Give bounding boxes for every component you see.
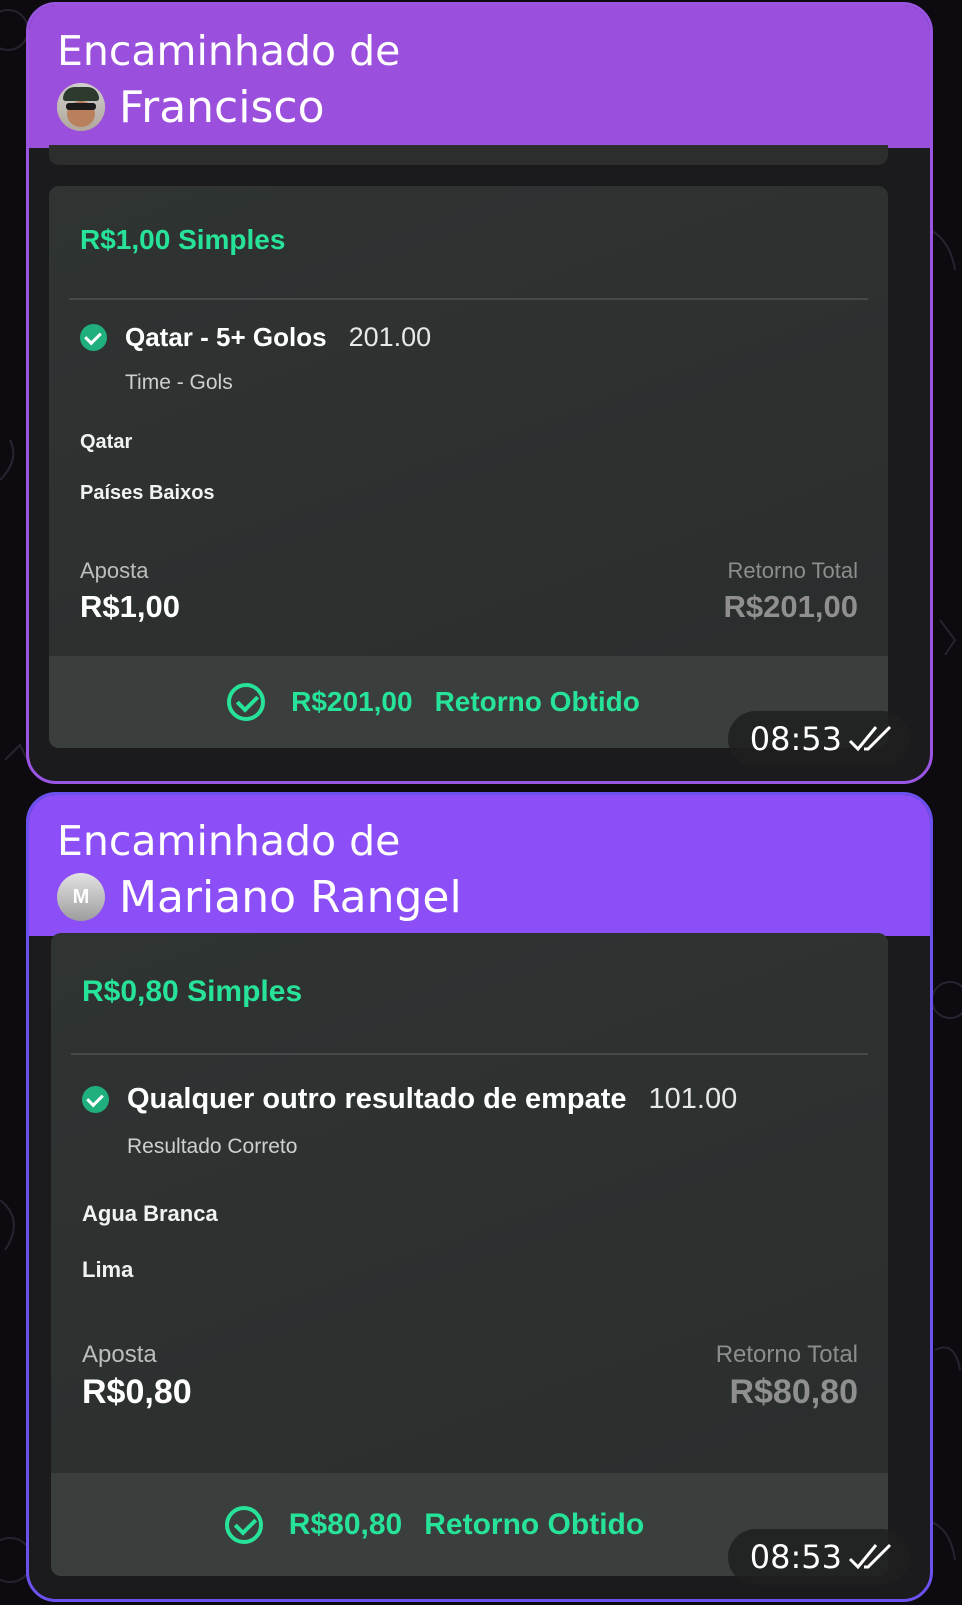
total-return-label: Retorno Total — [715, 1341, 858, 1368]
selection-row: Qualquer outro resultado de empate 101.0… — [82, 1083, 737, 1116]
team-home: Qatar — [80, 431, 133, 453]
bet-slip-card: R$1,00 Simples Qatar - 5+ Golos 201.00 T… — [49, 186, 888, 748]
avatar[interactable]: M — [57, 873, 105, 921]
timestamp-text: 08:53 — [749, 720, 842, 758]
double-check-icon — [848, 725, 892, 752]
total-return-value: R$80,80 — [729, 1373, 858, 1411]
total-return-value: R$201,00 — [723, 589, 858, 624]
check-circle-icon — [80, 324, 107, 351]
bet-title: R$0,80 Simples — [82, 975, 303, 1008]
forwarded-label: Encaminhado de — [57, 817, 401, 865]
stake-value: R$0,80 — [82, 1373, 192, 1411]
result-text: Retorno Obtido — [424, 1507, 645, 1541]
check-circle-outline-icon — [224, 1505, 263, 1544]
stake-label: Aposta — [82, 1341, 157, 1368]
double-check-icon — [848, 1543, 892, 1570]
selection-row: Qatar - 5+ Golos 201.00 — [80, 322, 431, 353]
result-text: Retorno Obtido — [434, 686, 640, 717]
timestamp-text: 08:53 — [749, 1538, 842, 1576]
forwarded-sender[interactable]: Francisco — [57, 81, 325, 133]
divider — [69, 298, 868, 300]
forwarded-message[interactable]: Encaminhado de Francisco R$1,00 Simples … — [26, 2, 933, 784]
avatar[interactable] — [57, 83, 105, 131]
sender-name[interactable]: Francisco — [119, 82, 325, 133]
bet-title: R$1,00 Simples — [80, 224, 286, 255]
forwarded-message[interactable]: Encaminhado de M Mariano Rangel R$0,80 S… — [26, 792, 933, 1602]
selection-name: Qualquer outro resultado de empate — [127, 1083, 627, 1115]
selection-market: Time - Gols — [125, 371, 233, 394]
selection-odds: 201.00 — [348, 322, 432, 352]
divider — [71, 1053, 868, 1055]
message-timestamp: 08:53 — [727, 1529, 910, 1585]
forwarded-header: Encaminhado de M Mariano Rangel — [29, 795, 930, 936]
chat-screen: Encaminhado de Francisco R$1,00 Simples … — [0, 0, 962, 1605]
team-away: Países Baixos — [80, 482, 215, 504]
selection-name: Qatar - 5+ Golos — [125, 322, 327, 352]
total-return-label: Retorno Total — [727, 558, 858, 583]
selection-odds: 101.00 — [648, 1083, 738, 1115]
team-home: Agua Branca — [82, 1201, 218, 1226]
result-amount: R$80,80 — [288, 1507, 403, 1541]
bet-slip-card: R$0,80 Simples Qualquer outro resultado … — [51, 933, 888, 1576]
result-amount: R$201,00 — [291, 686, 413, 717]
team-away: Lima — [82, 1257, 134, 1282]
message-timestamp: 08:53 — [727, 711, 910, 767]
check-circle-outline-icon — [227, 683, 266, 721]
stake-value: R$1,00 — [80, 589, 180, 624]
forwarded-label: Encaminhado de — [57, 27, 401, 75]
forwarded-header: Encaminhado de Francisco — [29, 5, 930, 148]
forwarded-sender[interactable]: M Mariano Rangel — [57, 871, 462, 923]
sender-name[interactable]: Mariano Rangel — [119, 872, 462, 923]
stake-label: Aposta — [80, 558, 149, 583]
selection-market: Resultado Correto — [127, 1135, 298, 1158]
previous-card-edge — [49, 145, 888, 165]
check-circle-icon — [82, 1086, 109, 1113]
